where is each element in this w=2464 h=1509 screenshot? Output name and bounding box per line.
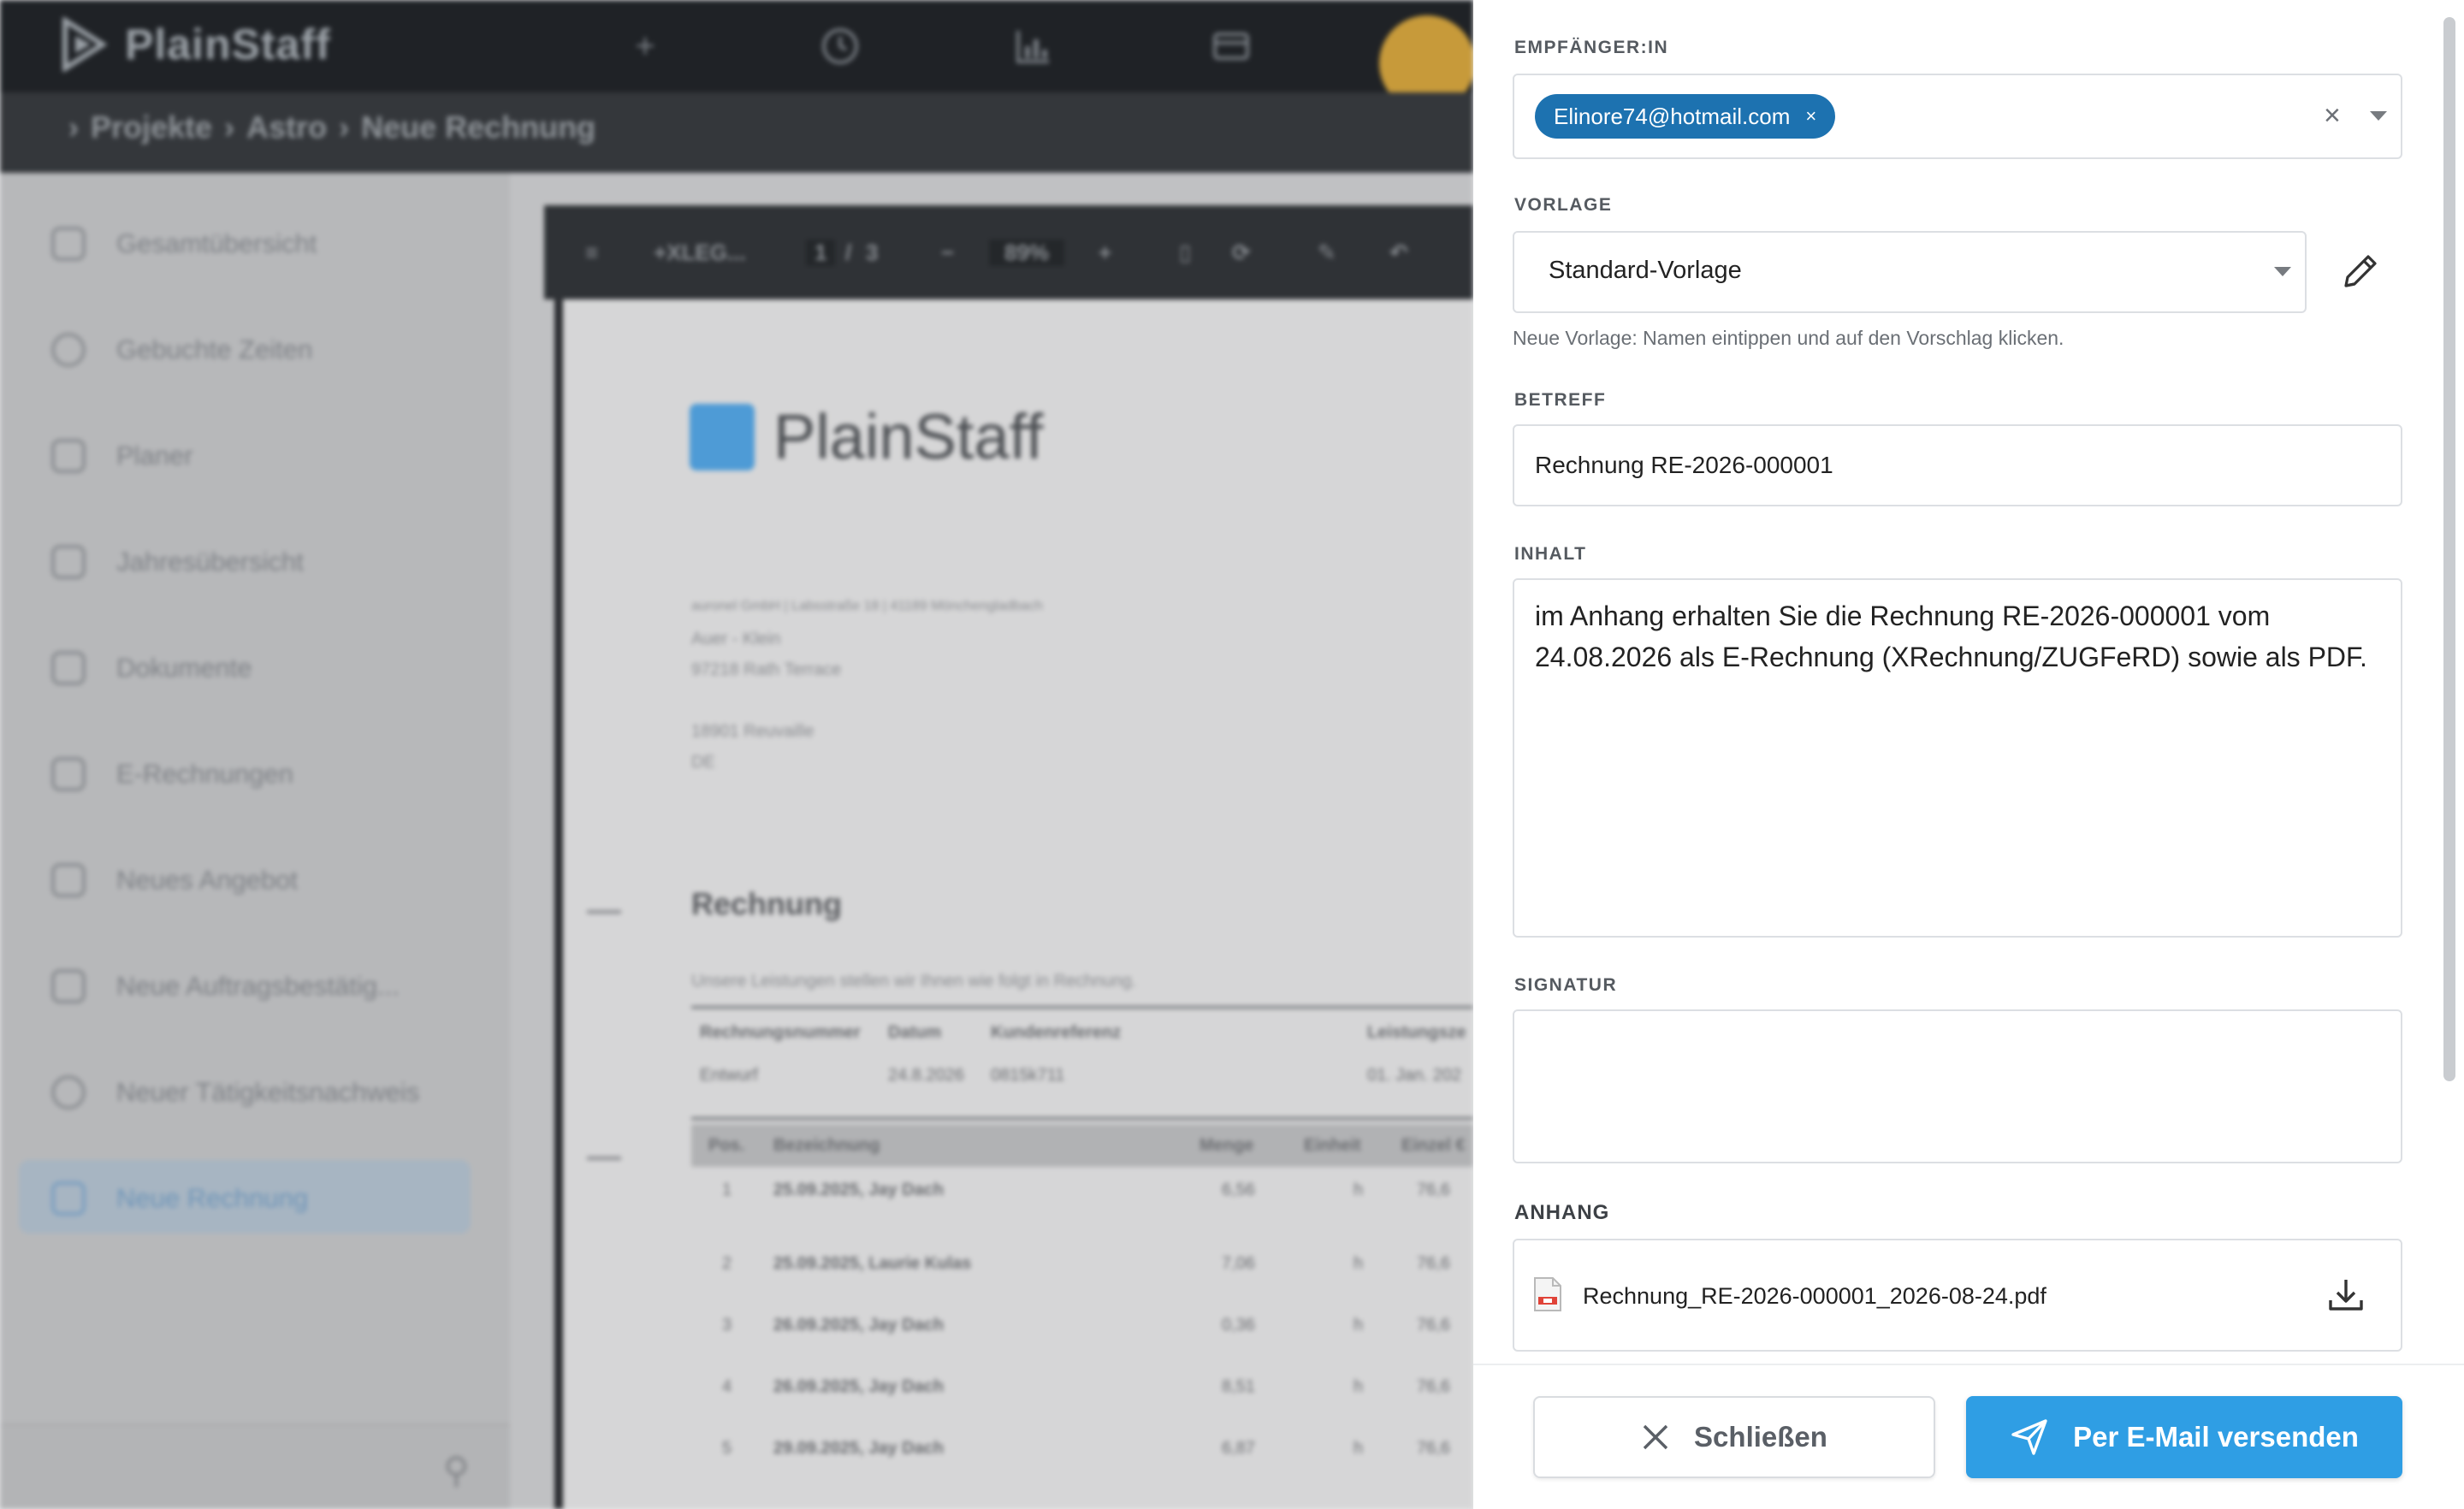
breadcrumb-sep-icon: › xyxy=(224,109,235,145)
document-logo: PlainStaff xyxy=(690,400,1043,473)
mail-icon[interactable] xyxy=(1211,26,1252,67)
sender-line: auronel GmbH | Labsstraße 18 | 41189 Mön… xyxy=(691,599,1043,613)
scrollbar[interactable] xyxy=(2443,17,2455,1081)
draw-icon[interactable]: ✎ xyxy=(1318,240,1336,266)
address-line: DE xyxy=(691,753,715,772)
sidebar-item-neue-rechnung[interactable]: Neue Rechnung xyxy=(51,1169,308,1228)
sidebar-item-neues-angebot[interactable]: Neues Angebot xyxy=(51,850,298,910)
pdf-toolbar: ≡ +XLEG... 1 / 3 − 89% + ▯ ⟳ ✎ ↶ xyxy=(544,205,1473,299)
close-button[interactable]: Schließen xyxy=(1533,1396,1935,1478)
attachment-label: ANHANG xyxy=(1514,1201,1610,1224)
close-icon xyxy=(1643,1424,1668,1450)
chip-remove-icon[interactable]: × xyxy=(1805,105,1816,127)
address-line: 18901 Reuvaille xyxy=(691,722,814,741)
clock-icon xyxy=(51,333,86,367)
signature-label: SIGNATUR xyxy=(1514,975,1618,995)
sidebar-item-gesamtuebersicht[interactable]: Gesamtübersicht xyxy=(51,214,317,274)
undo-icon[interactable]: ↶ xyxy=(1389,240,1408,266)
pdf-file-icon xyxy=(1534,1277,1561,1311)
subject-label: BETREFF xyxy=(1514,390,1607,410)
send-email-button[interactable]: Per E-Mail versenden xyxy=(1966,1396,2402,1478)
app-logo[interactable]: PlainStaff xyxy=(60,17,331,72)
download-icon[interactable] xyxy=(2325,1275,2366,1316)
table-rule xyxy=(691,1006,1473,1009)
clock-icon[interactable] xyxy=(820,26,861,67)
content-value: im Anhang erhalten Sie die Rechnung RE-2… xyxy=(1535,601,2367,672)
recipient-chip-label: Elinore74@hotmail.com xyxy=(1554,103,1791,129)
address-line: Auer - Klein xyxy=(691,630,781,648)
fit-page-icon[interactable]: ▯ xyxy=(1179,240,1191,266)
menu-icon[interactable]: ≡ xyxy=(585,240,598,266)
fold-mark xyxy=(587,910,621,914)
dashboard-icon xyxy=(51,227,86,261)
breadcrumb-sep-icon: › xyxy=(339,109,350,145)
breadcrumb-item: Neue Rechnung xyxy=(361,109,596,145)
clear-icon[interactable]: × xyxy=(2324,99,2341,133)
close-button-label: Schließen xyxy=(1694,1421,1827,1453)
attachment-name[interactable]: Rechnung_RE-2026-000001_2026-08-24.pdf xyxy=(1583,1283,2046,1310)
pdf-title: +XLEG... xyxy=(654,240,746,265)
sidebar-item-neuer-taetigkeitsnachweis[interactable]: Neuer Tätigkeitsnachweis xyxy=(51,1062,419,1122)
breadcrumb-item[interactable]: Astro xyxy=(246,109,327,145)
page-number-input[interactable]: 1 xyxy=(806,240,836,266)
document-title: Rechnung xyxy=(691,886,842,921)
logo-text: PlainStaff xyxy=(125,21,331,68)
zoom-out-icon[interactable]: − xyxy=(941,240,954,266)
page-separator: / xyxy=(845,240,852,265)
document-intro: Unsere Leistungen stellen wir Ihnen wie … xyxy=(691,972,1137,991)
planner-icon xyxy=(51,439,86,473)
sidebar-item-neue-auftragsbestaetigung[interactable]: Neue Auftragsbestätig... xyxy=(51,956,400,1016)
breadcrumb-item[interactable]: Projekte xyxy=(91,109,212,145)
signature-textarea[interactable] xyxy=(1513,1009,2402,1163)
template-hint: Neue Vorlage: Namen eintippen und auf de… xyxy=(1513,327,2064,349)
send-icon xyxy=(2011,1419,2047,1455)
address-line: 97218 Rath Terrace xyxy=(691,660,842,679)
plainstaff-logo-icon xyxy=(690,403,755,470)
plainstaff-logo-icon xyxy=(62,17,108,72)
pencil-icon[interactable] xyxy=(2337,246,2385,294)
send-button-label: Per E-Mail versenden xyxy=(2073,1421,2359,1453)
breadcrumb-sep-icon: › xyxy=(68,109,79,145)
sidebar-item-gebuchte-zeiten[interactable]: Gebuchte Zeiten xyxy=(51,320,312,380)
calendar-icon xyxy=(51,545,86,579)
breadcrumb: › Projekte › Astro › Neue Rechnung xyxy=(68,109,595,145)
zoom-in-icon[interactable]: + xyxy=(1099,240,1111,266)
sidebar-item-dokumente[interactable]: Dokumente xyxy=(51,638,252,698)
chevron-down-icon[interactable] xyxy=(2370,111,2387,121)
table-rule xyxy=(691,1117,1473,1120)
background-app: PlainStaff + › Projekte › Astro › Neue R… xyxy=(0,0,1473,1509)
footer-divider xyxy=(1473,1364,2464,1365)
new-document-icon xyxy=(51,863,86,897)
recipient-label: EMPFÄNGER:IN xyxy=(1514,38,1669,57)
fold-mark xyxy=(587,1157,621,1160)
invoice-icon xyxy=(51,757,86,791)
chevron-down-icon[interactable] xyxy=(2274,267,2291,276)
sidebar-item-jahresuebersicht[interactable]: Jahresübersicht xyxy=(51,532,304,592)
pin-icon[interactable]: ⚲ xyxy=(443,1449,470,1491)
recipient-chip[interactable]: Elinore74@hotmail.com × xyxy=(1535,94,1836,139)
sidebar-item-e-rechnungen[interactable]: E-Rechnungen xyxy=(51,744,293,804)
new-document-icon xyxy=(51,969,86,1003)
template-label: VORLAGE xyxy=(1514,195,1613,215)
chart-icon[interactable] xyxy=(1013,26,1054,67)
invoice-icon xyxy=(51,1181,86,1216)
template-value: Standard-Vorlage xyxy=(1549,257,1742,284)
document-icon xyxy=(51,651,86,685)
plus-icon[interactable]: + xyxy=(625,26,666,67)
sidebar-item-planer[interactable]: Planer xyxy=(51,426,193,486)
zoom-value[interactable]: 89% xyxy=(989,240,1065,266)
clock-icon xyxy=(51,1075,86,1110)
content-label: INHALT xyxy=(1514,544,1587,564)
page-count: 3 xyxy=(866,240,879,265)
rotate-icon[interactable]: ⟳ xyxy=(1232,240,1251,266)
sidebar-footer xyxy=(0,1423,510,1509)
subject-value: Rechnung RE-2026-000001 xyxy=(1535,452,1833,478)
